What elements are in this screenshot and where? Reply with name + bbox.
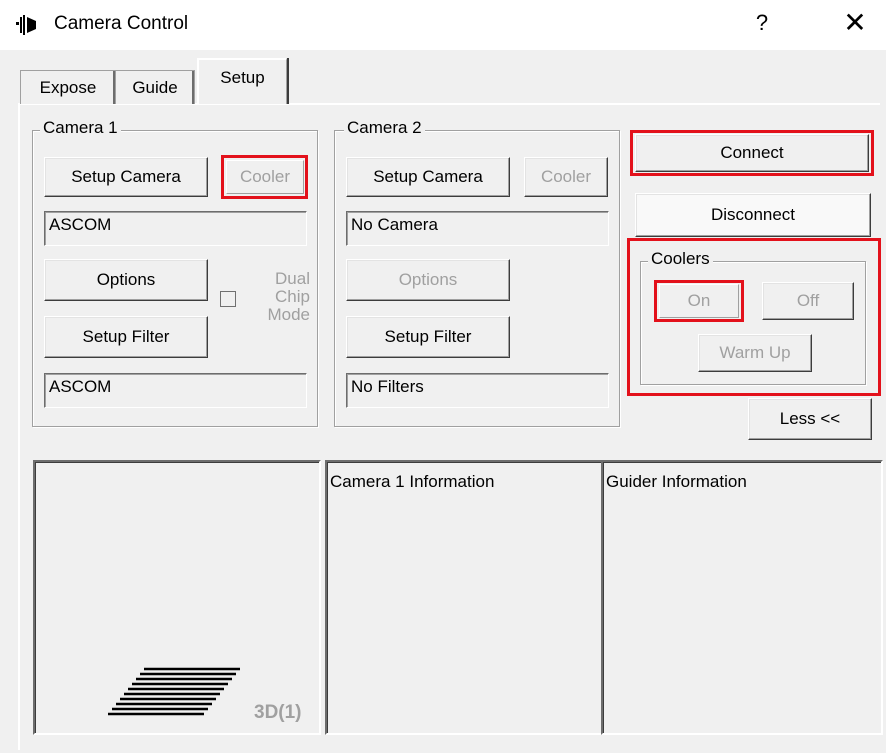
camera1-setup-camera-button[interactable]: Setup Camera	[44, 157, 208, 197]
camera1-camera-field: ASCOM	[44, 211, 307, 246]
camera2-group-label: Camera 2	[344, 118, 425, 138]
connect-button[interactable]: Connect	[635, 134, 869, 172]
disconnect-button[interactable]: Disconnect	[635, 193, 871, 237]
window-title: Camera Control	[54, 13, 189, 34]
tab-expose[interactable]: Expose	[20, 70, 115, 104]
camera2-cooler-button[interactable]: Cooler	[524, 157, 608, 197]
help-button[interactable]: ?	[752, 10, 772, 38]
cooler-off-button[interactable]: Off	[762, 282, 854, 320]
less-button[interactable]: Less <<	[748, 398, 872, 440]
coolers-group-label: Coolers	[648, 249, 713, 269]
camera2-camera-field: No Camera	[346, 211, 609, 246]
dual-chip-label-line1: Dual	[275, 269, 310, 288]
camera2-filter-field: No Filters	[346, 373, 609, 408]
camera1-setup-filter-button[interactable]: Setup Filter	[44, 316, 208, 358]
camera1-options-button[interactable]: Options	[44, 259, 208, 301]
camera1-cooler-button[interactable]: Cooler	[226, 160, 304, 194]
camera1-filter-field: ASCOM	[44, 373, 307, 408]
dual-chip-mode-label: Dual Chip Mode	[248, 270, 310, 324]
camera-app-icon	[16, 15, 38, 35]
camera1-info-title: Camera 1 Information	[330, 472, 495, 491]
camera1-info-panel	[325, 460, 603, 735]
tab-guide[interactable]: Guide	[115, 70, 195, 104]
dual-chip-label-line2: Chip	[275, 287, 310, 306]
cooler-warm-up-button[interactable]: Warm Up	[698, 334, 812, 372]
dual-chip-label-line3: Mode	[267, 305, 310, 324]
close-button[interactable]: ✕	[840, 8, 870, 38]
camera2-options-button[interactable]: Options	[346, 259, 510, 301]
camera2-setup-filter-button[interactable]: Setup Filter	[346, 316, 510, 358]
tab-setup[interactable]: Setup	[197, 58, 287, 104]
dual-chip-mode-checkbox[interactable]	[220, 291, 236, 307]
guider-info-title: Guider Information	[606, 472, 747, 491]
preview-3d-label: 3D(1)	[254, 702, 302, 723]
cooler-on-button[interactable]: On	[659, 284, 739, 318]
camera1-group-label: Camera 1	[40, 118, 121, 138]
stacked-frames-icon	[96, 664, 246, 724]
camera2-setup-camera-button[interactable]: Setup Camera	[346, 157, 510, 197]
guider-info-panel	[601, 460, 883, 735]
